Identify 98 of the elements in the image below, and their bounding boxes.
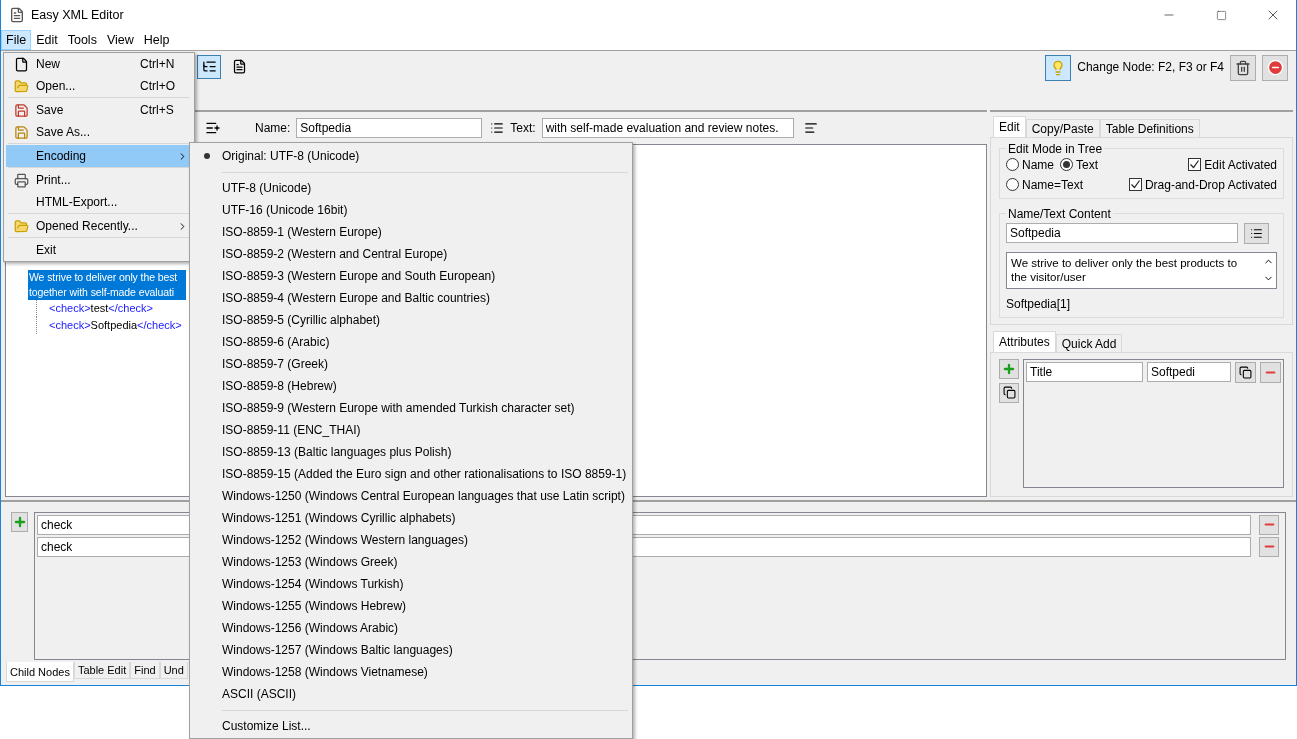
menu-item[interactable]: ISO-8859-8 (Hebrew) [192, 375, 630, 397]
menu-item[interactable]: ASCII (ASCII) [192, 683, 630, 705]
radio-option[interactable]: Name [1006, 157, 1054, 172]
menu-item[interactable]: Open... Ctrl+O [6, 75, 192, 97]
name-field[interactable]: Softpedia [296, 117, 483, 138]
tab[interactable]: Child Nodes [6, 662, 74, 683]
menu-item[interactable]: Windows-1250 (Windows Central European languages that use Latin script) [192, 485, 630, 507]
radio-option[interactable]: Name=Text [1006, 177, 1099, 192]
new-file-icon [13, 56, 29, 72]
menu-item[interactable]: UTF-16 (Unicode 16bit) [192, 199, 630, 221]
name-content-field[interactable]: Softpedia [1006, 223, 1238, 244]
tab[interactable]: Table Edit [73, 662, 131, 680]
text-content-area[interactable]: We strive to deliver only the best products to the visitor/user [1006, 251, 1277, 289]
copy-icon [1002, 386, 1016, 400]
checkbox-option[interactable]: Edit Activated [1188, 157, 1277, 172]
menu-item[interactable]: Windows-1256 (Windows Arabic) [192, 617, 630, 639]
folder-icon [13, 78, 29, 94]
radio-option[interactable]: Text [1060, 157, 1099, 172]
menu-item[interactable]: Help [138, 30, 175, 50]
menu-item[interactable]: ISO-8859-7 (Greek) [192, 353, 630, 375]
delete-button[interactable] [1230, 54, 1256, 81]
text-field[interactable]: with self-made evaluation and review notes. [541, 117, 794, 138]
save-icon [13, 102, 29, 118]
menu-item[interactable]: Save As... [6, 121, 192, 143]
app-icon [9, 7, 25, 23]
menu-item[interactable]: Encoding [6, 145, 192, 167]
list-icon [1250, 226, 1263, 240]
tree-view-icon [201, 59, 217, 75]
menu-item[interactable]: Windows-1258 (Windows Vietnamese) [192, 661, 630, 683]
tab[interactable]: Find [130, 662, 160, 680]
menu-item[interactable]: View [101, 30, 139, 50]
text-label: Text: [510, 120, 536, 135]
menu-item[interactable]: Print... [6, 169, 192, 191]
align-left-icon[interactable] [803, 120, 818, 135]
menu-item[interactable]: Exit [6, 239, 192, 261]
tab[interactable]: Table Definitions [1099, 118, 1200, 137]
menu-item[interactable]: ISO-8859-6 (Arabic) [192, 331, 630, 353]
plus-icon [1002, 361, 1016, 376]
menu-item[interactable]: HTML-Export... [6, 191, 192, 213]
group-title: Edit Mode in Tree [1007, 141, 1104, 156]
menu-item[interactable]: Windows-1257 (Windows Baltic languages) [192, 639, 630, 661]
menu-item[interactable]: ISO-8859-5 (Cyrillic alphabet) [192, 309, 630, 331]
tab[interactable]: Edit [993, 115, 1026, 137]
toolbar-button[interactable] [197, 54, 221, 79]
stop-button[interactable] [1262, 54, 1288, 81]
menu-item[interactable]: ISO-8859-15 (Added the Euro sign and other rationalisations to ISO 8859-1) [192, 463, 630, 485]
menu-item[interactable]: ISO-8859-3 (Western Europe and South European) [192, 265, 630, 287]
tree-node[interactable]: <check>Softpedia</check> [36, 316, 182, 334]
menu-item[interactable]: ISO-8859-1 (Western Europe) [192, 221, 630, 243]
maximize-icon [1215, 9, 1227, 21]
tree-node-text[interactable]: We strive to deliver only the best together with self-made evaluati [28, 269, 186, 300]
menu-item[interactable]: Windows-1254 (Windows Turkish) [192, 573, 630, 595]
menu-item[interactable]: New Ctrl+N [6, 53, 192, 75]
copy-button[interactable] [1235, 361, 1256, 383]
menu-item[interactable]: Customize List... [192, 715, 630, 737]
checkmark-icon [1189, 159, 1201, 171]
menu-item[interactable]: ISO-8859-9 (Western Europe with amended Turkish character set) [192, 397, 630, 419]
node-path: Softpedia[1] [1006, 296, 1072, 311]
add-button[interactable] [11, 511, 28, 532]
remove-button[interactable] [1259, 536, 1279, 557]
tab[interactable]: Quick Add [1055, 333, 1123, 352]
copy-button[interactable] [999, 382, 1019, 403]
document-icon [231, 59, 247, 75]
menu-item[interactable]: ISO-8859-4 (Western Europe and Baltic countries) [192, 287, 630, 309]
tab[interactable]: Copy/Paste [1025, 118, 1100, 137]
menu-item[interactable]: Windows-1255 (Windows Hebrew) [192, 595, 630, 617]
menu-item[interactable]: ISO-8859-2 (Western and Central Europe) [192, 243, 630, 265]
tab[interactable]: Und [159, 662, 188, 680]
checkmark-icon [1129, 179, 1141, 191]
hint-button[interactable] [1045, 54, 1072, 81]
menu-item[interactable]: Original: UTF-8 (Unicode) [192, 145, 630, 167]
tab[interactable]: Attributes [993, 330, 1056, 352]
list-button[interactable] [1244, 222, 1269, 244]
menu-item[interactable]: Tools [62, 30, 102, 50]
folder-icon [13, 218, 29, 234]
hint-text: Change Node: F2, F3 or F4 [1077, 58, 1224, 74]
save-icon [13, 124, 29, 140]
attribute-name-field[interactable]: Title [1026, 362, 1143, 383]
copy-icon [1239, 365, 1252, 379]
plus-icon [12, 514, 27, 529]
menu-item[interactable]: ISO-8859-13 (Baltic languages plus Polish) [192, 441, 630, 463]
window-title: Easy XML Editor [31, 8, 125, 22]
menu-item[interactable]: Save Ctrl+S [6, 99, 192, 121]
menu-item[interactable]: Edit [31, 30, 63, 50]
list-icon[interactable] [490, 120, 505, 135]
printer-icon [13, 172, 29, 188]
attribute-value-field[interactable]: Softpedi [1147, 362, 1231, 383]
tree-node[interactable]: <check>test</check> [36, 299, 153, 317]
menu-item[interactable]: ISO-8859-11 (ENC_THAI) [192, 419, 630, 441]
group-title: Name/Text Content [1007, 206, 1112, 221]
name-label: Name: [255, 120, 291, 135]
stop-icon [1266, 59, 1284, 77]
trash-icon [1235, 59, 1251, 76]
menu-item[interactable]: File [1, 30, 32, 50]
menu-item[interactable]: UTF-8 (Unicode) [192, 177, 630, 199]
menu-item[interactable]: Opened Recently... [6, 215, 192, 237]
checkbox-option[interactable]: Drag-and-Drop Activated [1128, 177, 1277, 192]
remove-button[interactable] [1259, 514, 1279, 535]
